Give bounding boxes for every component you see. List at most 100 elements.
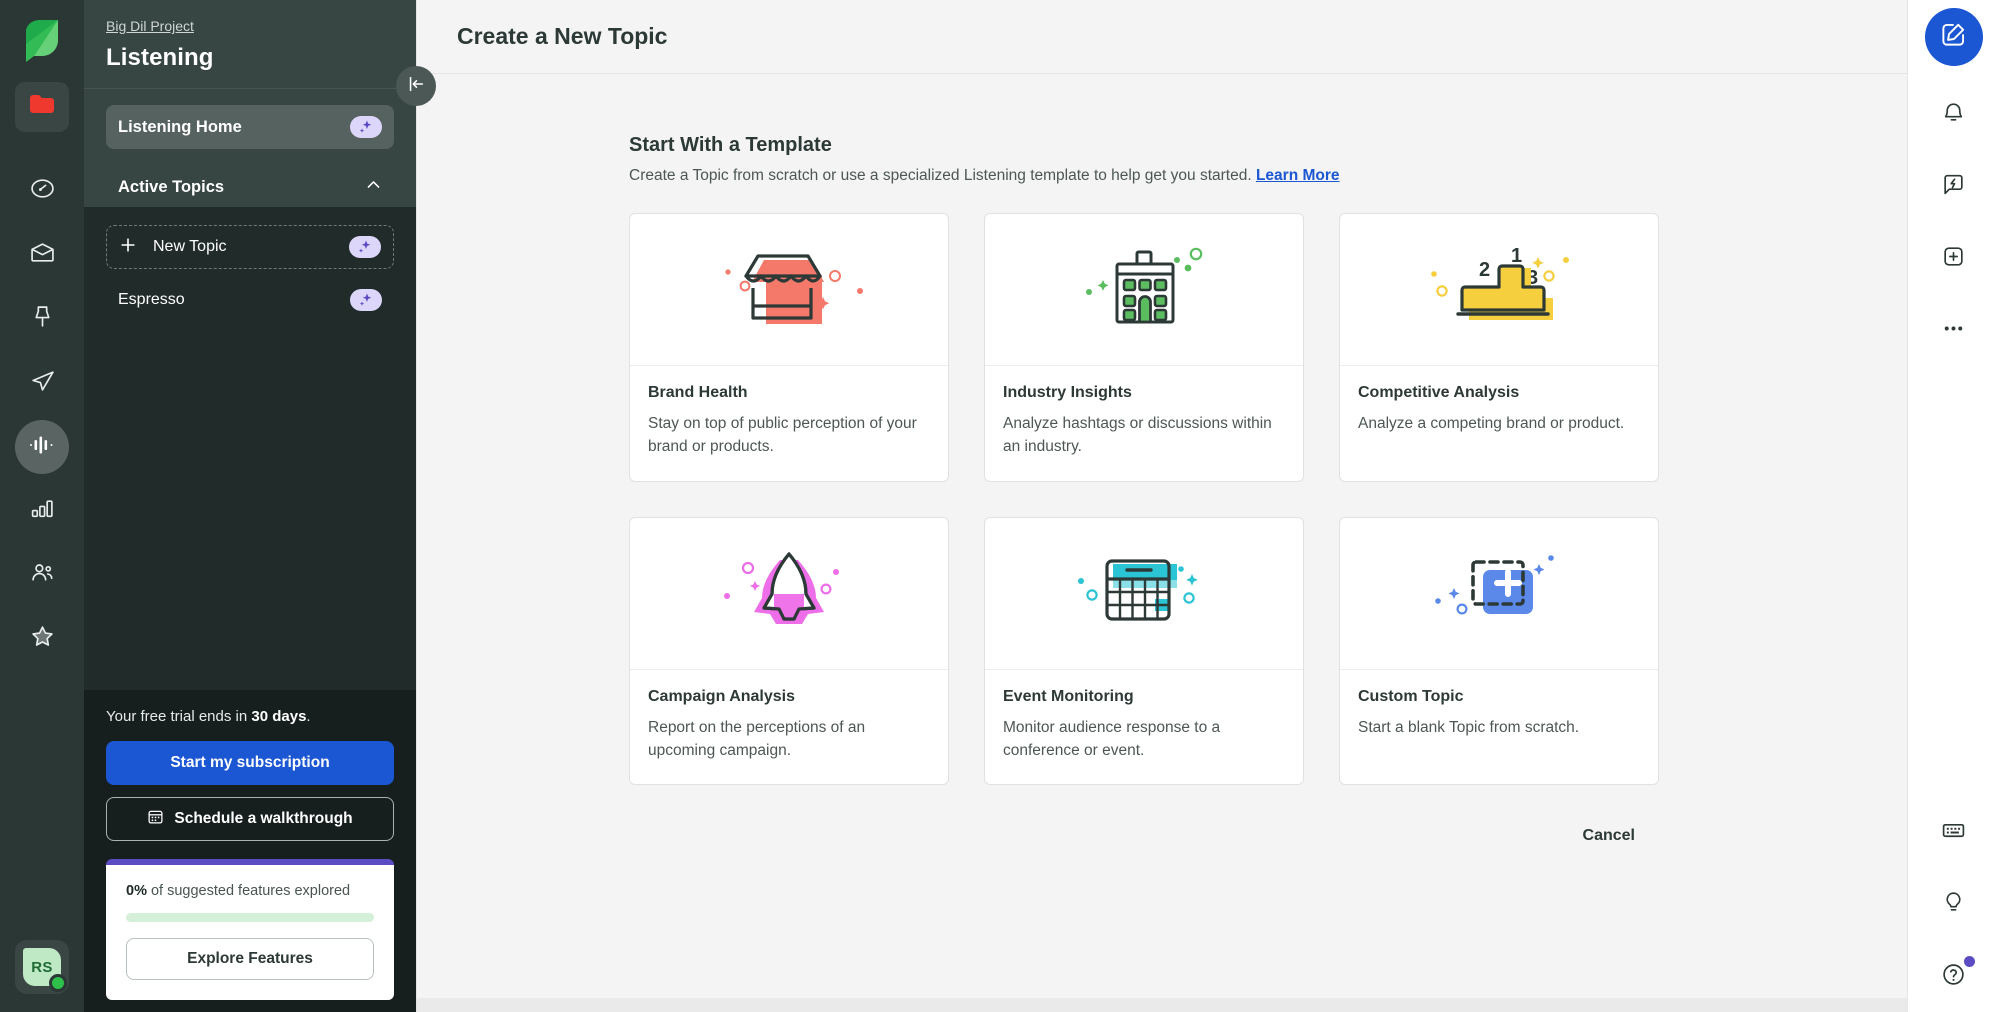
card-artwork (1340, 518, 1658, 670)
star-icon (30, 624, 55, 654)
template-card-event-monitoring[interactable]: Event Monitoring Monitor audience respon… (984, 516, 1304, 785)
question-circle-icon (1941, 962, 1966, 992)
keyboard-icon (1941, 818, 1966, 848)
sidebar-topic-label: Espresso (118, 291, 185, 308)
card-artwork: 1 2 3 (1340, 214, 1658, 366)
card-title: Custom Topic (1358, 687, 1464, 705)
left-rail-item-publishing[interactable] (15, 292, 69, 346)
ideas-button[interactable] (1931, 882, 1977, 928)
trial-days: 30 days (251, 708, 307, 725)
svg-text:2: 2 (1479, 259, 1490, 281)
sidebar-item-listening-home[interactable]: Listening Home (106, 105, 394, 149)
avatar[interactable]: RS (15, 940, 69, 994)
left-rail-item-inbox[interactable] (15, 228, 69, 282)
help-notification-dot (1963, 956, 1975, 967)
card-body: Campaign Analysis Report on the percepti… (630, 670, 948, 785)
right-rail-bottom (1908, 784, 1999, 1000)
sidebar-topics-list: New Topic Espresso (84, 207, 416, 690)
learn-more-link[interactable]: Learn More (1256, 167, 1340, 184)
explore-features-button[interactable]: Explore Features (126, 938, 374, 980)
template-grid: Brand Health Stay on top of public perce… (629, 213, 1659, 785)
compose-button[interactable] (1924, 8, 1983, 66)
podium-icon: 1 2 3 (1414, 232, 1584, 347)
left-rail-item-listening[interactable] (15, 420, 69, 474)
collapse-left-icon (406, 74, 426, 99)
card-body: Industry Insights Analyze hashtags or di… (985, 366, 1303, 481)
template-card-competitive-analysis[interactable]: 1 2 3 Competitive Analysis Analyze a com… (1339, 213, 1659, 482)
inbox-icon (30, 240, 55, 270)
ai-sparkle-icon (349, 236, 381, 258)
section-subtitle: Create a Topic from scratch or use a spe… (629, 167, 1340, 184)
cancel-button[interactable]: Cancel (1569, 819, 1649, 853)
sidebar-topic-item[interactable]: Espresso (106, 277, 394, 323)
lightbulb-icon (1941, 890, 1966, 920)
breadcrumb-project-link[interactable]: Big Dil Project (106, 18, 194, 34)
card-title: Industry Insights (1003, 384, 1132, 401)
app-root: RS Big Dil Project Listening Listening H… (0, 0, 1999, 1012)
bell-icon (1941, 100, 1966, 130)
explore-progress-bar (126, 913, 374, 922)
left-rail-item-folder[interactable] (15, 82, 69, 132)
explore-percent: 0% (126, 883, 147, 899)
left-rail-item-reviews[interactable] (15, 612, 69, 666)
sidebar-title: Listening (106, 44, 214, 71)
add-square-icon (1941, 244, 1966, 274)
card-title: Campaign Analysis (648, 687, 796, 705)
template-card-campaign-analysis[interactable]: Campaign Analysis Report on the percepti… (629, 516, 949, 785)
shortcuts-button[interactable] (1931, 810, 1977, 856)
office-building-icon (1059, 232, 1229, 347)
template-card-custom-topic[interactable]: Custom Topic Start a blank Topic from sc… (1339, 516, 1659, 785)
more-button[interactable] (1931, 308, 1977, 354)
storefront-icon (704, 232, 874, 347)
card-body: Brand Health Stay on top of public perce… (630, 366, 948, 481)
new-topic-button[interactable]: New Topic (106, 225, 394, 269)
sprout-leaf-logo-icon[interactable] (15, 14, 69, 68)
help-button[interactable] (1931, 954, 1977, 1000)
dashed-plus-icon (1414, 536, 1584, 651)
sidebar-nav: Listening Home Active Topics (84, 89, 416, 207)
main-content: Create a New Topic Start With a Template… (416, 0, 1907, 1012)
sidebar-header: Big Dil Project Listening (84, 0, 416, 88)
template-card-brand-health[interactable]: Brand Health Stay on top of public perce… (629, 213, 949, 482)
card-artwork (630, 214, 948, 366)
ai-sparkle-icon (350, 116, 382, 138)
card-title: Event Monitoring (1003, 687, 1134, 705)
schedule-walkthrough-button[interactable]: Schedule a walkthrough (106, 797, 394, 841)
calendar-icon (147, 808, 164, 830)
people-icon (30, 560, 55, 590)
card-description: Report on the perceptions of an upcoming… (648, 718, 866, 759)
compose-pencil-icon (1940, 21, 1967, 53)
card-body: Custom Topic Start a blank Topic from sc… (1340, 670, 1658, 761)
chevron-up-icon (365, 176, 382, 198)
sidebar-item-label: Listening Home (118, 117, 242, 136)
folder-icon (29, 94, 55, 121)
left-rail-item-reports[interactable] (15, 484, 69, 538)
feedback-button[interactable] (1931, 164, 1977, 210)
ellipsis-icon (1941, 316, 1966, 346)
card-artwork (985, 518, 1303, 670)
card-artwork (630, 518, 948, 670)
left-rail-item-employee-advocacy[interactable] (15, 548, 69, 602)
explore-progress-text: 0% of suggested features explored (126, 883, 351, 899)
start-subscription-button[interactable]: Start my subscription (106, 741, 394, 785)
explore-features-card: 0% of suggested features explored Explor… (106, 859, 394, 1000)
bottom-edge (417, 998, 1907, 1012)
sidebar-footer: Your free trial ends in 30 days. Start m… (84, 690, 416, 1012)
pin-icon (30, 304, 55, 334)
left-rail-item-send[interactable] (15, 356, 69, 410)
main-header: Create a New Topic (417, 0, 1907, 74)
left-icon-rail: RS (0, 0, 84, 1012)
actions-row: Cancel (629, 819, 1659, 853)
left-rail-item-dashboard[interactable] (15, 164, 69, 218)
card-title: Competitive Analysis (1358, 384, 1520, 401)
notifications-button[interactable] (1931, 92, 1977, 138)
collapse-sidebar-button[interactable] (396, 66, 436, 106)
template-card-industry-insights[interactable]: Industry Insights Analyze hashtags or di… (984, 213, 1304, 482)
section-title: Start With a Template (629, 134, 832, 156)
add-button[interactable] (1931, 236, 1977, 282)
sidebar-section-active-topics[interactable]: Active Topics (106, 167, 394, 207)
card-description: Monitor audience response to a conferenc… (1003, 718, 1221, 759)
bar-chart-icon (30, 496, 55, 526)
listening-sidebar: Big Dil Project Listening Listening Home… (84, 0, 436, 1012)
page-title: Create a New Topic (457, 23, 668, 49)
